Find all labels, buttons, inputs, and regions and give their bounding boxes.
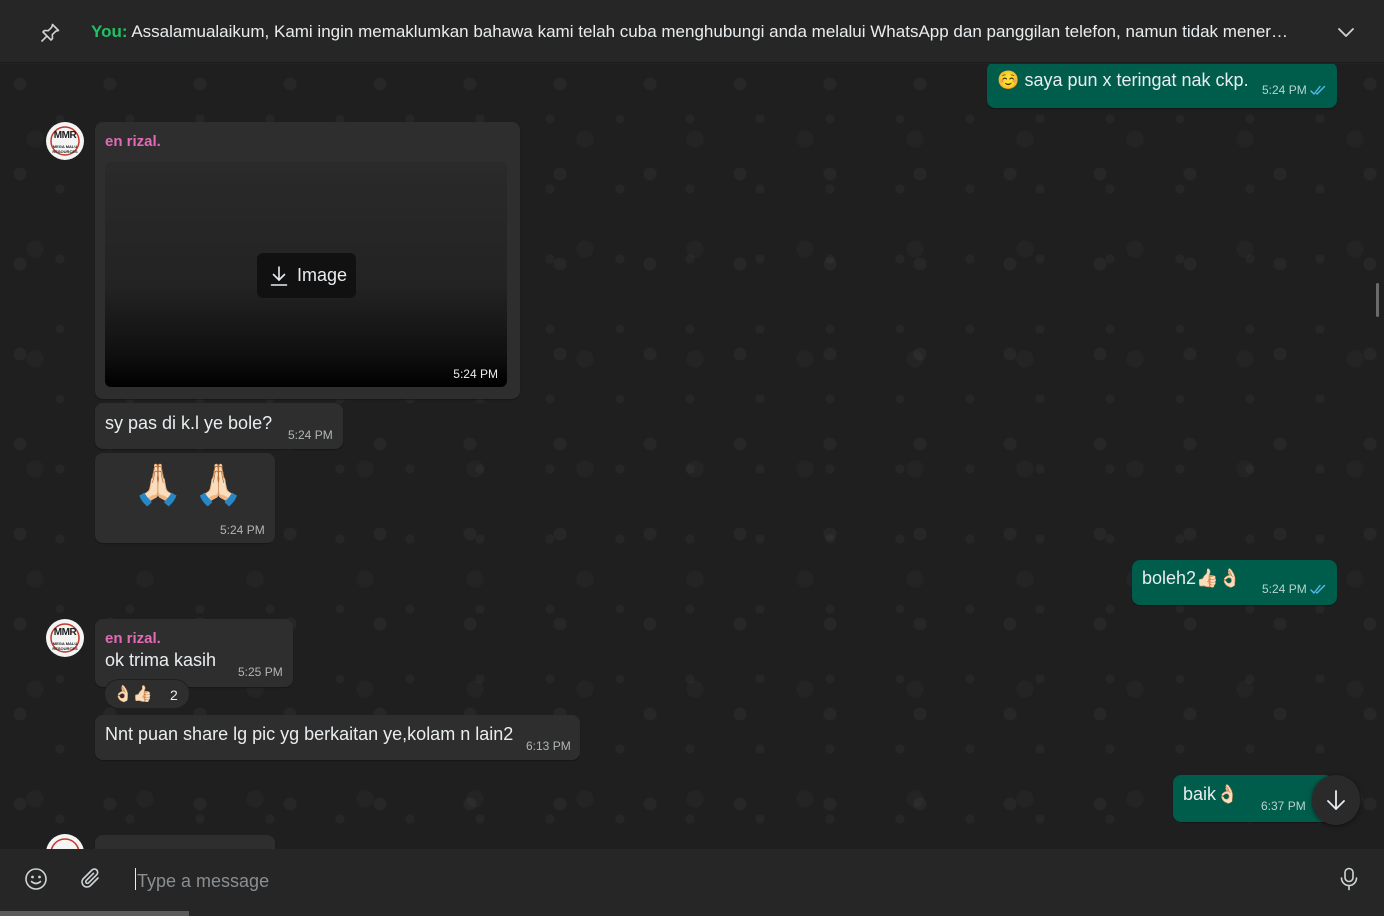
message-text: sy pas di k.l ye bole? bbox=[105, 413, 273, 433]
message-emoji: 🙏🏻 🙏🏻 bbox=[133, 463, 244, 507]
message-emoji: ☺️ bbox=[997, 70, 1020, 90]
smiley-icon[interactable] bbox=[24, 867, 48, 891]
double-check-icon bbox=[1310, 85, 1326, 95]
microphone-icon[interactable] bbox=[1338, 867, 1360, 891]
avatar-logo: MMR bbox=[53, 130, 77, 141]
message-time: 5:24 PM bbox=[453, 367, 498, 381]
reaction-emojis: 👌🏻👍🏻 bbox=[113, 686, 153, 703]
pinned-message-bar[interactable]: You: Assalamualaikum, Kami ingin memaklu… bbox=[0, 0, 1384, 63]
download-icon bbox=[270, 266, 288, 286]
arrow-down-icon bbox=[1327, 790, 1345, 810]
avatar[interactable] bbox=[46, 834, 84, 849]
message-time: 5:24 PM bbox=[1262, 582, 1307, 596]
pin-icon bbox=[40, 23, 60, 43]
outgoing-message[interactable]: ☺️ saya pun x teringat nak ckp. 5:24 PM bbox=[987, 64, 1337, 108]
message-time: 5:25 PM bbox=[238, 665, 283, 679]
message-text: boleh2👍🏻👌🏻 bbox=[1142, 568, 1241, 588]
scroll-to-bottom-button[interactable] bbox=[1312, 775, 1360, 825]
message-composer bbox=[0, 849, 1384, 916]
incoming-message[interactable] bbox=[95, 835, 275, 849]
sender-name: en rizal. bbox=[105, 133, 161, 150]
message-time: 6:37 PM bbox=[1261, 799, 1306, 813]
download-image-button[interactable]: Image bbox=[257, 253, 356, 298]
message-time: 6:13 PM bbox=[526, 739, 571, 753]
message-time: 5:24 PM bbox=[1262, 83, 1307, 97]
avatar[interactable]: MMR MEGA MALU RESOURCES bbox=[46, 122, 84, 160]
text-caret bbox=[135, 868, 136, 890]
message-text: ☺️ saya pun x teringat nak ckp. bbox=[997, 70, 1249, 91]
double-check-icon bbox=[1310, 584, 1326, 594]
avatar-logo: MMR bbox=[53, 627, 77, 638]
logo-ring bbox=[50, 838, 80, 849]
message-body: saya pun x teringat nak ckp. bbox=[1024, 70, 1249, 90]
incoming-message[interactable]: en rizal. ok trima kasih 5:25 PM bbox=[95, 619, 293, 687]
avatar-logo-subtitle: MEGA MALU RESOURCES bbox=[52, 144, 78, 154]
message-text: baik👌🏻 bbox=[1183, 784, 1239, 804]
outgoing-message[interactable]: boleh2👍🏻👌🏻 5:24 PM bbox=[1132, 560, 1337, 605]
incoming-image-message[interactable]: en rizal. Image 5:24 PM bbox=[95, 122, 520, 399]
outgoing-message[interactable]: baik👌🏻 6:37 PM bbox=[1173, 775, 1333, 822]
sender-name: en rizal. bbox=[105, 630, 161, 647]
message-input[interactable] bbox=[135, 867, 1319, 895]
chevron-down-icon[interactable] bbox=[1336, 22, 1356, 42]
pinned-message-body: Assalamualaikum, Kami ingin memaklumkan … bbox=[131, 22, 1288, 41]
window-resize-strip bbox=[0, 911, 189, 916]
incoming-emoji-message[interactable]: 🙏🏻 🙏🏻 5:24 PM bbox=[95, 453, 275, 543]
message-text: Nnt puan share lg pic yg berkaitan ye,ko… bbox=[105, 724, 514, 744]
message-text: ok trima kasih bbox=[105, 650, 217, 670]
incoming-message[interactable]: Nnt puan share lg pic yg berkaitan ye,ko… bbox=[95, 715, 580, 760]
message-time: 5:24 PM bbox=[220, 523, 265, 537]
incoming-message[interactable]: sy pas di k.l ye bole? 5:24 PM bbox=[95, 403, 343, 449]
chat-panel[interactable]: ☺️ saya pun x teringat nak ckp. 5:24 PM … bbox=[0, 64, 1384, 849]
message-reactions[interactable]: 👌🏻👍🏻 2 bbox=[104, 679, 190, 709]
reaction-count: 2 bbox=[170, 687, 178, 703]
pinned-sender: You: bbox=[91, 22, 128, 41]
paperclip-icon[interactable] bbox=[80, 867, 102, 891]
image-placeholder[interactable]: Image 5:24 PM bbox=[105, 162, 507, 387]
message-time: 5:24 PM bbox=[288, 428, 333, 442]
scrollbar-thumb[interactable] bbox=[1376, 283, 1379, 317]
pinned-message-text: You: Assalamualaikum, Kami ingin memaklu… bbox=[91, 22, 1321, 42]
avatar-logo-subtitle: MEGA MALU RESOURCES bbox=[52, 641, 78, 651]
avatar[interactable]: MMR MEGA MALU RESOURCES bbox=[46, 619, 84, 657]
download-label: Image bbox=[297, 265, 348, 285]
